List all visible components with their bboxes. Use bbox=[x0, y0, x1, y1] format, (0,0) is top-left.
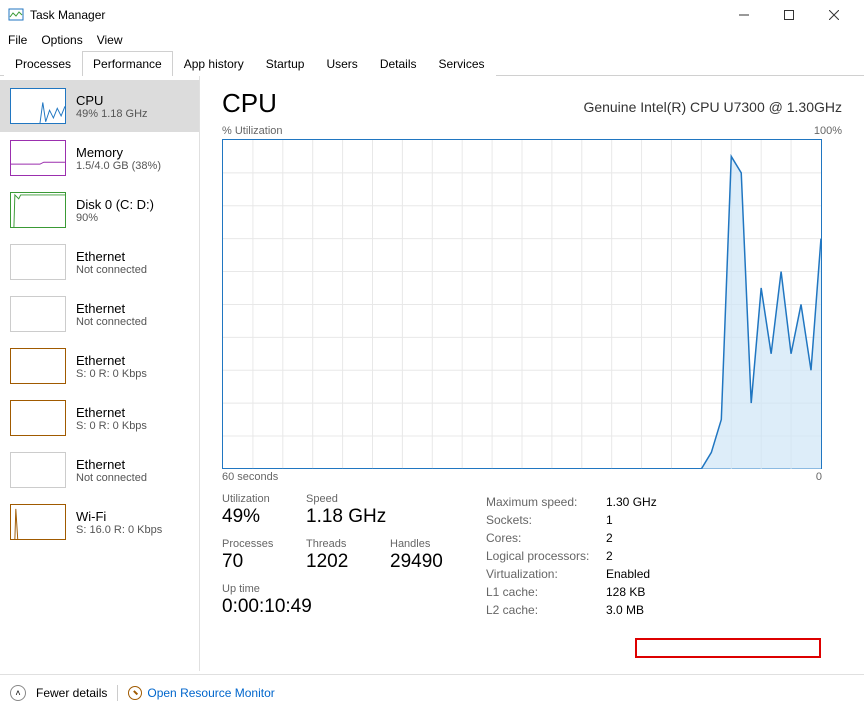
detail-key: Cores: bbox=[486, 529, 606, 547]
detail-value: 1 bbox=[606, 511, 613, 529]
page-title: CPU bbox=[222, 88, 277, 119]
detail-key: Logical processors: bbox=[486, 547, 606, 565]
sidebar-item-ethernet-3[interactable]: EthernetS: 0 R: 0 Kbps bbox=[0, 340, 199, 392]
resource-monitor-icon bbox=[128, 686, 142, 700]
window-title: Task Manager bbox=[30, 8, 721, 22]
detail-value: Enabled bbox=[606, 565, 650, 583]
sidebar-item-cpu[interactable]: CPU49% 1.18 GHz bbox=[0, 80, 199, 132]
titlebar: Task Manager bbox=[0, 0, 864, 30]
uptime-value: 0:00:10:49 bbox=[222, 596, 372, 618]
detail-row: Cores:2 bbox=[486, 529, 657, 547]
performance-sidebar: CPU49% 1.18 GHz Memory1.5/4.0 GB (38%) D… bbox=[0, 76, 200, 671]
menu-view[interactable]: View bbox=[97, 33, 123, 47]
chart-x-left: 60 seconds bbox=[222, 471, 278, 483]
threads-value: 1202 bbox=[306, 551, 368, 573]
sidebar-item-ethernet-4[interactable]: EthernetS: 0 R: 0 Kbps bbox=[0, 392, 199, 444]
footer-bar: ˄ Fewer details Open Resource Monitor bbox=[0, 674, 864, 710]
task-manager-icon bbox=[8, 7, 24, 23]
sidebar-item-memory[interactable]: Memory1.5/4.0 GB (38%) bbox=[0, 132, 199, 184]
handles-value: 29490 bbox=[390, 551, 452, 573]
detail-value: 128 KB bbox=[606, 583, 645, 601]
window-controls bbox=[721, 1, 856, 29]
uptime-label: Up time bbox=[222, 583, 372, 595]
main-panel: CPU Genuine Intel(R) CPU U7300 @ 1.30GHz… bbox=[200, 76, 864, 671]
threads-label: Threads bbox=[306, 538, 368, 550]
tab-strip: Processes Performance App history Startu… bbox=[0, 50, 864, 76]
tab-services[interactable]: Services bbox=[428, 51, 496, 76]
divider bbox=[117, 685, 118, 701]
detail-value: 3.0 MB bbox=[606, 601, 644, 619]
detail-key: Maximum speed: bbox=[486, 493, 606, 511]
detail-row: L1 cache:128 KB bbox=[486, 583, 657, 601]
detail-row: L2 cache:3.0 MB bbox=[486, 601, 657, 619]
chart-x-right: 0 bbox=[816, 471, 822, 483]
minimize-button[interactable] bbox=[721, 1, 766, 29]
processes-label: Processes bbox=[222, 538, 284, 550]
tab-processes[interactable]: Processes bbox=[4, 51, 82, 76]
tab-startup[interactable]: Startup bbox=[255, 51, 316, 76]
maximize-button[interactable] bbox=[766, 1, 811, 29]
tab-app-history[interactable]: App history bbox=[173, 51, 255, 76]
speed-label: Speed bbox=[306, 493, 386, 505]
chart-y-label: % Utilization bbox=[222, 125, 283, 137]
chevron-up-icon[interactable]: ˄ bbox=[10, 685, 26, 701]
detail-row: Maximum speed:1.30 GHz bbox=[486, 493, 657, 511]
cpu-detail-list: Maximum speed:1.30 GHzSockets:1Cores:2Lo… bbox=[486, 493, 657, 619]
menu-file[interactable]: File bbox=[8, 33, 27, 47]
eth-thumb bbox=[10, 244, 66, 280]
tab-users[interactable]: Users bbox=[315, 51, 368, 76]
annotation-highlight bbox=[635, 638, 821, 658]
detail-value: 2 bbox=[606, 547, 613, 565]
speed-value: 1.18 GHz bbox=[306, 506, 386, 528]
sidebar-title: CPU bbox=[76, 93, 148, 108]
detail-row: Virtualization:Enabled bbox=[486, 565, 657, 583]
sidebar-item-wifi[interactable]: Wi-FiS: 16.0 R: 0 Kbps bbox=[0, 496, 199, 548]
sidebar-item-ethernet-1[interactable]: EthernetNot connected bbox=[0, 236, 199, 288]
detail-key: Virtualization: bbox=[486, 565, 606, 583]
detail-row: Logical processors:2 bbox=[486, 547, 657, 565]
cpu-thumb bbox=[10, 88, 66, 124]
detail-value: 2 bbox=[606, 529, 613, 547]
eth-thumb bbox=[10, 348, 66, 384]
sidebar-item-ethernet-5[interactable]: EthernetNot connected bbox=[0, 444, 199, 496]
sidebar-sub: 49% 1.18 GHz bbox=[76, 108, 148, 120]
eth-thumb bbox=[10, 296, 66, 332]
disk-thumb bbox=[10, 192, 66, 228]
cpu-model-name: Genuine Intel(R) CPU U7300 @ 1.30GHz bbox=[583, 99, 842, 115]
tab-performance[interactable]: Performance bbox=[82, 51, 173, 76]
detail-key: Sockets: bbox=[486, 511, 606, 529]
content-area: CPU49% 1.18 GHz Memory1.5/4.0 GB (38%) D… bbox=[0, 76, 864, 671]
detail-key: L2 cache: bbox=[486, 601, 606, 619]
tab-details[interactable]: Details bbox=[369, 51, 428, 76]
wifi-thumb bbox=[10, 504, 66, 540]
open-resource-monitor-link[interactable]: Open Resource Monitor bbox=[128, 686, 274, 700]
detail-row: Sockets:1 bbox=[486, 511, 657, 529]
eth-thumb bbox=[10, 400, 66, 436]
detail-key: L1 cache: bbox=[486, 583, 606, 601]
cpu-chart[interactable] bbox=[222, 139, 822, 469]
close-button[interactable] bbox=[811, 1, 856, 29]
chart-y-max: 100% bbox=[814, 125, 842, 137]
detail-value: 1.30 GHz bbox=[606, 493, 657, 511]
utilization-value: 49% bbox=[222, 506, 284, 528]
memory-thumb bbox=[10, 140, 66, 176]
fewer-details-link[interactable]: Fewer details bbox=[36, 686, 107, 700]
menubar: File Options View bbox=[0, 30, 864, 50]
sidebar-item-ethernet-2[interactable]: EthernetNot connected bbox=[0, 288, 199, 340]
utilization-label: Utilization bbox=[222, 493, 284, 505]
processes-value: 70 bbox=[222, 551, 284, 573]
handles-label: Handles bbox=[390, 538, 452, 550]
eth-thumb bbox=[10, 452, 66, 488]
menu-options[interactable]: Options bbox=[41, 33, 82, 47]
sidebar-item-disk[interactable]: Disk 0 (C: D:)90% bbox=[0, 184, 199, 236]
